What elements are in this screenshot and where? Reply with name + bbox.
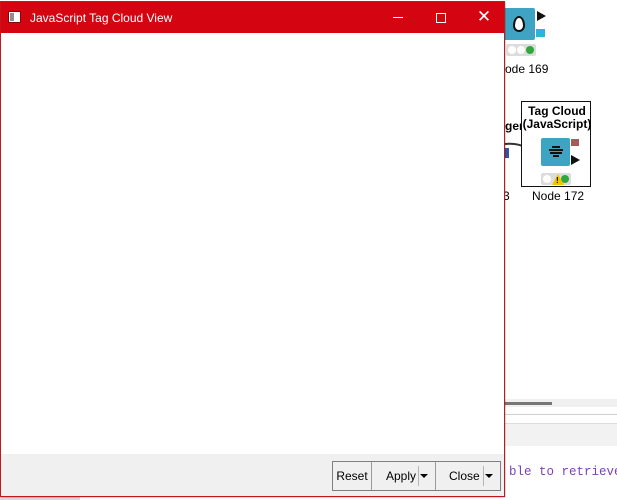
close-button[interactable]: Close bbox=[436, 462, 500, 490]
apply-dropdown-chevron-icon[interactable] bbox=[420, 474, 428, 478]
node-169-status-lights bbox=[506, 44, 536, 56]
console-toolbar bbox=[505, 423, 617, 446]
dialog-footer: Reset Apply Close bbox=[1, 454, 504, 496]
close-icon: ✕ bbox=[476, 7, 492, 27]
apply-button-label: Apply bbox=[386, 469, 417, 483]
minimize-icon bbox=[393, 17, 403, 18]
reset-button-label: Reset bbox=[336, 469, 368, 483]
node-169-label: ode 169 bbox=[505, 62, 549, 76]
window-titlebar[interactable]: JavaScript Tag Cloud View ✕ bbox=[1, 2, 504, 33]
footer-button-group: Reset Apply Close bbox=[332, 461, 501, 491]
reset-button[interactable]: Reset bbox=[333, 462, 372, 490]
close-button-label: Close bbox=[449, 469, 480, 483]
console-output-text: ble to retrieve va bbox=[509, 465, 617, 479]
tag-cloud-node-title: Tag Cloud (JavaScript) bbox=[522, 105, 592, 131]
apply-button[interactable]: Apply bbox=[372, 462, 436, 490]
image-port-icon[interactable] bbox=[571, 139, 579, 146]
maximize-icon bbox=[436, 12, 446, 23]
minimize-button[interactable] bbox=[376, 2, 420, 33]
output-port-icon[interactable] bbox=[571, 155, 580, 165]
tag-cloud-icon bbox=[549, 146, 563, 157]
output-port-icon[interactable] bbox=[537, 11, 546, 21]
color-drop-icon bbox=[513, 16, 525, 32]
maximize-button[interactable] bbox=[419, 2, 463, 33]
status-light-grey bbox=[543, 175, 551, 183]
tag-cloud-view-window: JavaScript Tag Cloud View ✕ Reset Apply … bbox=[0, 1, 505, 497]
status-light-green bbox=[526, 46, 534, 54]
scrollbar-thumb[interactable] bbox=[505, 402, 552, 405]
window-app-icon bbox=[8, 11, 21, 23]
model-port-icon[interactable] bbox=[536, 29, 545, 37]
close-dropdown-chevron-icon[interactable] bbox=[485, 474, 493, 478]
status-light-grey bbox=[517, 46, 525, 54]
status-light-grey bbox=[508, 46, 516, 54]
view-content-area[interactable] bbox=[1, 33, 504, 454]
node-172-label: Node 172 bbox=[532, 189, 585, 203]
close-window-button[interactable]: ✕ bbox=[462, 2, 506, 33]
node-title-line2: (JavaScript) bbox=[522, 117, 592, 131]
window-title: JavaScript Tag Cloud View bbox=[30, 11, 173, 25]
